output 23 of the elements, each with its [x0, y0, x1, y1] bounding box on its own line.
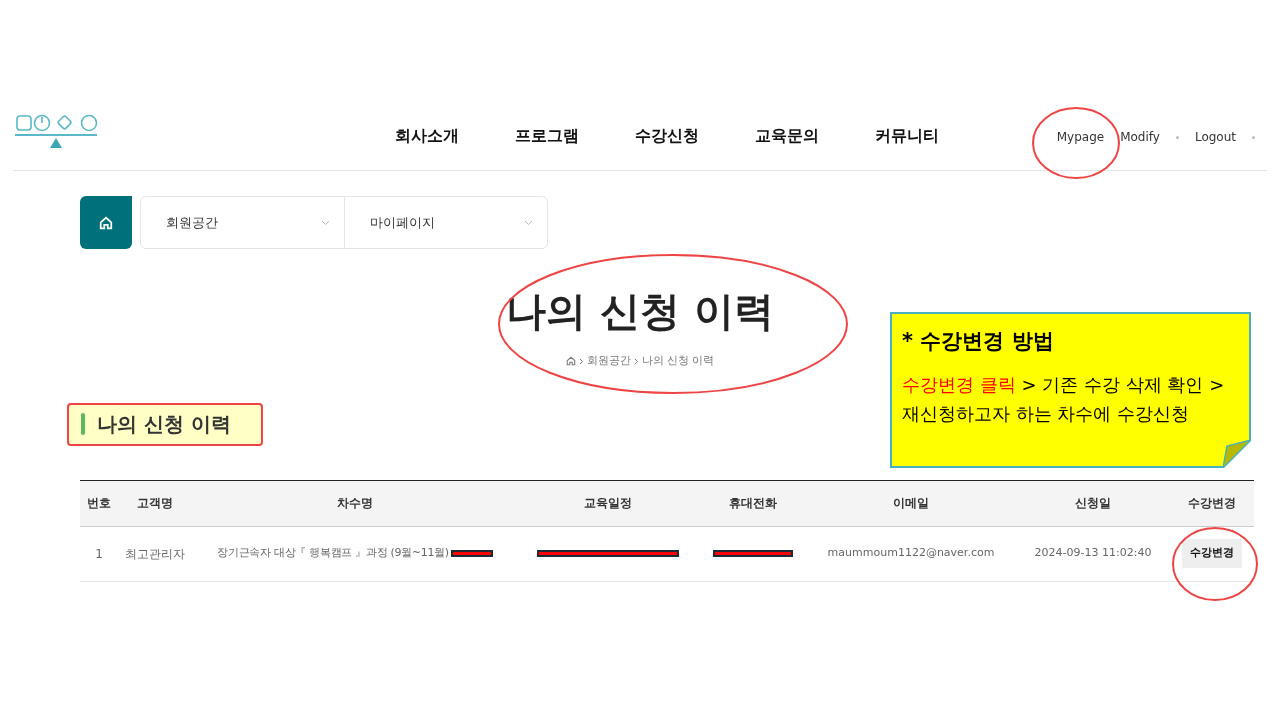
table-cell: 장기근속자 대상『 행복캠프 』과정 (9월~11월)	[217, 545, 449, 562]
column-header: 수강변경	[1187, 495, 1237, 512]
page-title: 나의 신청 이력	[506, 287, 774, 335]
column-header: 휴대전화	[728, 495, 778, 512]
column-header: 신청일	[1074, 495, 1112, 512]
table-cell-text: maummoum1122@naver.com	[826, 545, 996, 562]
column-header: 번호	[86, 495, 112, 512]
table-cell-text: 2024-09-13 11:02:40	[1033, 545, 1153, 562]
table-cell-text: 최고관리자	[124, 545, 186, 563]
user-link[interactable]: Logout	[1194, 128, 1236, 146]
column-header: 이메일	[892, 495, 930, 512]
column-header: 차수명	[336, 495, 374, 512]
column-header: 고객명	[136, 495, 174, 512]
section-title: 나의 신청 이력	[97, 411, 231, 438]
note-text: 수강변경 클릭 > 기존 수강 삭제 확인 > 재신청하고자 하는 차수에 수강신청	[902, 373, 1226, 426]
table-cell-text: 1	[94, 545, 104, 563]
breadcrumb-link[interactable]: 회원공간	[586, 353, 631, 370]
column-header: 교육일정	[583, 495, 633, 512]
note-title: * 수강변경 방법	[902, 328, 1055, 355]
user-link[interactable]: Modify	[1120, 128, 1160, 146]
change-course-button[interactable]: 수강변경	[1182, 539, 1242, 568]
breadcrumb-link[interactable]: 나의 신청 이력	[641, 353, 715, 370]
user-link[interactable]: Mypage	[1056, 128, 1105, 146]
